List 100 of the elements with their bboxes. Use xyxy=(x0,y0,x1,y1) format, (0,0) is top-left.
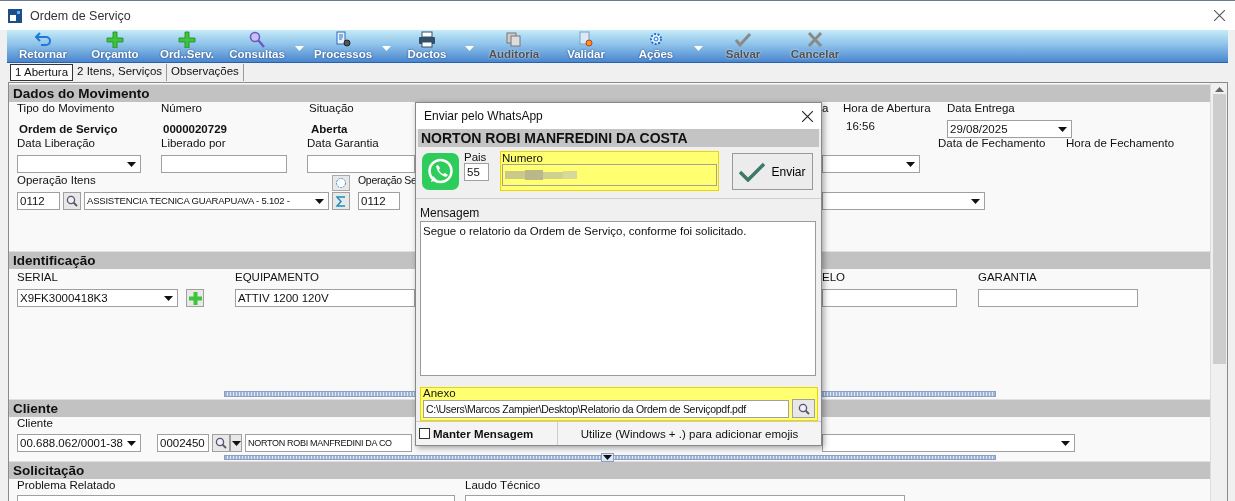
field-label: ELO xyxy=(822,271,845,283)
caret-icon xyxy=(382,45,392,51)
checkmark-icon xyxy=(739,161,766,182)
date-dropdown[interactable]: 29/08/2025 xyxy=(947,120,1072,138)
caret-icon xyxy=(127,161,136,167)
search-icon xyxy=(797,402,810,415)
app-icon xyxy=(8,8,22,23)
date-dropdown[interactable] xyxy=(17,155,141,173)
code-field[interactable]: 0002450 xyxy=(157,434,209,452)
code-field[interactable]: 0112 xyxy=(358,192,400,210)
text-field[interactable]: ATTIV 1200 120V xyxy=(235,289,415,307)
text-field[interactable] xyxy=(161,155,287,173)
caret-icon xyxy=(127,440,136,446)
gear-icon xyxy=(647,31,665,48)
close-icon[interactable] xyxy=(1214,10,1225,21)
message-field[interactable]: Segue o relatorio da Ordem de Serviço, conforme foi solicitado. xyxy=(420,221,816,376)
field-label: a xyxy=(822,102,829,114)
field-label: Mensagem xyxy=(420,206,481,220)
splitter-handle[interactable] xyxy=(223,454,996,460)
dropdown[interactable] xyxy=(822,434,1075,452)
redacted-text xyxy=(505,170,577,180)
field-label: Data Liberação xyxy=(17,137,95,149)
number-field[interactable] xyxy=(502,164,717,186)
search-icon xyxy=(215,437,227,449)
field-label: GARANTIA xyxy=(978,271,1037,283)
caret-icon xyxy=(295,45,304,51)
field-label: Situação xyxy=(309,102,354,114)
plus-icon xyxy=(178,31,196,48)
field-label: Problema Relatado xyxy=(17,479,116,491)
send-button[interactable]: Enviar xyxy=(732,153,813,190)
scroll-up-icon xyxy=(1214,87,1224,92)
window-title: Ordem de Serviço xyxy=(30,8,131,23)
caret-icon xyxy=(971,198,980,204)
field-label: Numero xyxy=(502,152,543,164)
caret-icon xyxy=(694,45,703,51)
text-field[interactable] xyxy=(822,289,957,307)
document-dot-icon xyxy=(577,31,595,48)
field-label: Anexo xyxy=(423,388,456,399)
section-header: Solicitação xyxy=(9,461,1210,479)
dropdown-caret[interactable] xyxy=(230,434,242,452)
scrollbar[interactable] xyxy=(1210,83,1227,501)
field-label: Liberado por xyxy=(161,137,226,149)
caret-icon xyxy=(164,295,173,301)
sigma-icon xyxy=(336,195,346,207)
field-label: Laudo Técnico xyxy=(465,479,541,491)
clock-gear-icon[interactable] xyxy=(332,174,350,191)
field-label: Data Entrega xyxy=(947,102,1015,114)
field-value: 0000020729 xyxy=(162,123,227,135)
document-dropdown[interactable]: 00.688.062/0001-38 xyxy=(17,434,141,452)
sum-button[interactable] xyxy=(332,192,350,210)
caret-icon xyxy=(1058,126,1067,132)
field-value: Ordem de Serviço xyxy=(18,123,118,135)
field-label: Cliente xyxy=(17,417,53,429)
field-label: Hora de Abertura xyxy=(843,102,931,114)
search-icon xyxy=(66,195,78,207)
field-label: Hora de Fechamento xyxy=(1066,137,1175,149)
caret-icon xyxy=(231,440,241,446)
tab[interactable]: 1 Abertura xyxy=(10,64,74,81)
field-label: Pais xyxy=(464,151,487,163)
search-button[interactable] xyxy=(212,434,230,452)
field-label: Tipo do Movimento xyxy=(17,102,115,114)
field-label: SERIAL xyxy=(17,271,58,283)
section-header: Dados do Movimento xyxy=(9,84,1210,102)
search-button[interactable] xyxy=(63,192,81,210)
code-field[interactable]: 0112 xyxy=(17,192,60,210)
field-value: Aberta xyxy=(310,123,348,135)
undo-arrow-icon xyxy=(34,31,52,48)
search-button[interactable] xyxy=(792,399,815,418)
attachment-field[interactable]: C:\Users\Marcos Zampier\Desktop\Relatorio da Ordem de Serviçopdf.pdf xyxy=(423,399,790,418)
plus-icon xyxy=(188,291,202,305)
search-icon xyxy=(248,31,266,48)
text-field[interactable] xyxy=(978,289,1138,307)
caret-icon xyxy=(906,161,915,167)
emoji-hint: Utilize (Windows + .) para adicionar emojis xyxy=(558,422,821,445)
text-field[interactable] xyxy=(307,155,415,173)
field-label: Data Garantia xyxy=(307,137,379,149)
contact-name: NORTON ROBI MANFREDINI DA COSTA xyxy=(418,129,819,147)
checkmark-icon xyxy=(734,31,752,48)
caret-icon xyxy=(315,198,324,204)
serial-dropdown[interactable]: X9FK3000418K3 xyxy=(17,289,178,307)
caret-icon xyxy=(465,45,474,51)
dropdown[interactable] xyxy=(822,192,985,210)
name-field[interactable]: NORTON ROBI MANFREDINI DA CO xyxy=(245,434,412,452)
field-label: EQUIPAMENTO xyxy=(235,271,319,283)
plus-icon xyxy=(106,31,124,48)
keep-message-checkbox[interactable]: Manter Mensagem xyxy=(416,422,558,445)
dialog-title: Enviar pelo WhatsApp xyxy=(424,109,543,123)
tab[interactable]: 2 Itens, Serviços xyxy=(73,64,168,81)
chat-logo-icon xyxy=(422,153,459,190)
field-label: Data de Fechamento xyxy=(938,137,1046,149)
pages-icon xyxy=(505,31,523,48)
country-field[interactable]: 55 xyxy=(464,163,489,181)
tab[interactable]: Observações xyxy=(167,64,244,81)
add-button[interactable] xyxy=(186,289,204,307)
close-icon[interactable] xyxy=(802,110,813,122)
caret-icon xyxy=(1061,440,1070,446)
dropdown[interactable] xyxy=(822,155,920,173)
field-label: Número xyxy=(161,102,202,114)
operation-dropdown[interactable]: ASSISTENCIA TECNICA GUARAPUAVA - 5.102 - xyxy=(84,192,329,210)
cross-icon xyxy=(806,31,824,48)
